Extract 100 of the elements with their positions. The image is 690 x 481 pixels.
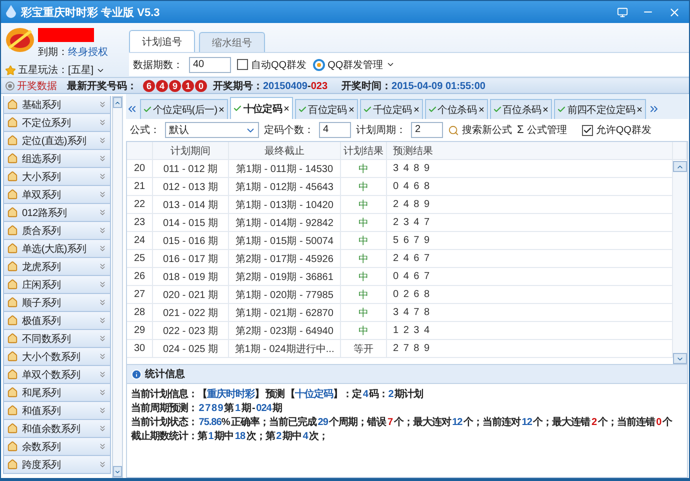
plan-tab[interactable]: 百位定码 — [295, 99, 358, 119]
latest-label: 最新开奖号码： — [67, 79, 137, 92]
double-chevron-icon — [98, 280, 107, 289]
table-cell: 中 — [341, 250, 387, 267]
sidebar-item[interactable]: 012路系列 — [3, 204, 111, 222]
house-icon — [7, 459, 18, 470]
number-ball: 0 — [195, 80, 207, 92]
close-icon[interactable] — [636, 106, 644, 113]
check-icon — [298, 105, 308, 114]
house-icon — [7, 441, 18, 452]
sidebar-item[interactable]: 和值系列 — [3, 402, 111, 420]
sidebar-item[interactable]: 龙虎系列 — [3, 258, 111, 276]
row-number: 26 — [127, 268, 153, 285]
table-cell: 016 - 017 期 — [153, 250, 229, 267]
formula-dropdown[interactable]: 默认 — [165, 122, 259, 138]
table-cell: 第1期 - 015期 - 50074 — [229, 232, 341, 249]
house-icon — [7, 423, 18, 434]
double-chevron-icon — [98, 442, 107, 451]
table-cell: 015 - 016 期 — [153, 232, 229, 249]
search-formula-button[interactable]: 搜索新公式 — [448, 123, 512, 137]
sidebar-item[interactable]: 和尾系列 — [3, 384, 111, 402]
formula-manage-button[interactable]: Σ 公式管理 — [517, 123, 567, 137]
double-chevron-icon — [98, 100, 107, 109]
scrollbar[interactable] — [112, 96, 123, 478]
sidebar-item[interactable]: 组选系列 — [3, 150, 111, 168]
house-icon — [7, 351, 18, 362]
plan-tab[interactable]: 十位定码 — [230, 97, 294, 119]
house-icon — [7, 369, 18, 380]
table-cell: 中 — [341, 304, 387, 321]
plan-tab[interactable]: 千位定码 — [360, 99, 423, 119]
mode-dropdown[interactable]: 五星玩法：[五星] — [5, 63, 125, 77]
main-tab[interactable]: 缩水组号 — [199, 32, 265, 52]
double-chevron-icon — [98, 244, 107, 253]
double-chevron-icon — [98, 460, 107, 469]
close-icon[interactable] — [542, 106, 550, 113]
stats-line: 截止期数统计：第1期中 18次；第2期中4次； — [131, 430, 328, 443]
count-field[interactable]: 4 — [319, 122, 351, 138]
table-cell: 011 - 012 期 — [153, 160, 229, 177]
draw-data-button[interactable]: 开奖数据 — [5, 78, 61, 92]
sidebar-item[interactable]: 单双个数系列 — [3, 366, 111, 384]
plan-tab[interactable]: 前四不定位定码 — [554, 99, 646, 119]
qq-manage-dropdown[interactable]: QQ群发管理 — [312, 58, 396, 72]
sidebar-item[interactable]: 大小个数系列 — [3, 348, 111, 366]
table-cell: 等开 — [341, 340, 387, 357]
sidebar-item[interactable]: 大小系列 — [3, 168, 111, 186]
auto-qq-checkbox[interactable]: 自动QQ群发 — [237, 58, 307, 72]
table-cell: 第1期 - 014期 - 92842 — [229, 214, 341, 231]
table-cell: 第2期 - 023期 - 64940 — [229, 322, 341, 339]
house-icon — [7, 315, 18, 326]
search-icon — [448, 124, 459, 136]
house-icon — [7, 189, 18, 200]
plan-tab[interactable]: 百位杀码 — [490, 99, 552, 119]
scroll-down-button[interactable] — [113, 466, 122, 477]
redaction-block — [38, 28, 94, 42]
house-icon — [7, 297, 18, 308]
allow-qq-checkbox[interactable]: 允许QQ群发 — [582, 123, 652, 137]
sidebar-item[interactable]: 余数系列 — [3, 438, 111, 456]
close-icon[interactable] — [348, 106, 355, 113]
house-icon — [7, 207, 18, 218]
close-icon[interactable] — [283, 105, 290, 112]
close-icon[interactable] — [412, 106, 420, 113]
table-cell: 第2期 - 017期 - 45926 — [229, 250, 341, 267]
house-icon — [7, 243, 18, 254]
close-icon[interactable] — [218, 106, 226, 113]
row-number: 30 — [127, 340, 153, 357]
sidebar-item[interactable]: 庄闲系列 — [3, 276, 111, 294]
double-chevron-icon — [98, 208, 107, 217]
check-icon — [492, 105, 502, 114]
sidebar-item[interactable]: 定位(直选)系列 — [3, 132, 111, 150]
sidebar-item[interactable]: 单选(大底)系列 — [3, 240, 111, 258]
sidebar-item[interactable]: 跨度系列 — [3, 456, 111, 474]
sidebar-item[interactable]: 极值系列 — [3, 312, 111, 330]
plan-tab[interactable]: 个位定码(后一) — [140, 99, 228, 119]
house-icon — [7, 171, 18, 182]
house-icon — [7, 405, 18, 416]
table-cell: 第1期 - 024期进行中... — [229, 340, 341, 357]
plan-tab[interactable]: 个位杀码 — [424, 99, 488, 119]
double-chevron-icon — [98, 370, 107, 379]
count-label: 定码个数： — [264, 124, 314, 137]
sidebar-item[interactable]: 不定位系列 — [3, 114, 111, 132]
data-count-label: 数据期数： — [133, 58, 183, 72]
expiry-text: 到期：终身授权 — [38, 46, 108, 59]
ring-icon — [312, 58, 325, 70]
double-chevron-icon — [98, 424, 107, 433]
data-count-field[interactable]: 40 — [189, 56, 231, 72]
scroll-up-button[interactable] — [113, 97, 122, 108]
main-tab[interactable]: 计划追号 — [129, 30, 195, 52]
sidebar-item[interactable]: 单双系列 — [3, 186, 111, 204]
double-chevron-icon — [98, 262, 107, 271]
sidebar-item[interactable]: 基础系列 — [3, 96, 111, 114]
close-icon[interactable] — [478, 106, 485, 113]
sidebar-item[interactable]: 不同数系列 — [3, 330, 111, 348]
check-icon — [143, 105, 152, 114]
cycle-field[interactable]: 2 — [411, 122, 443, 138]
sidebar-item[interactable]: 顺子系列 — [3, 294, 111, 312]
table-cell: 中 — [341, 214, 387, 231]
table-cell: 020 - 021 期 — [153, 286, 229, 303]
table-cell: 018 - 019 期 — [153, 268, 229, 285]
sidebar-item[interactable]: 和值余数系列 — [3, 420, 111, 438]
sidebar-item[interactable]: 质合系列 — [3, 222, 111, 240]
